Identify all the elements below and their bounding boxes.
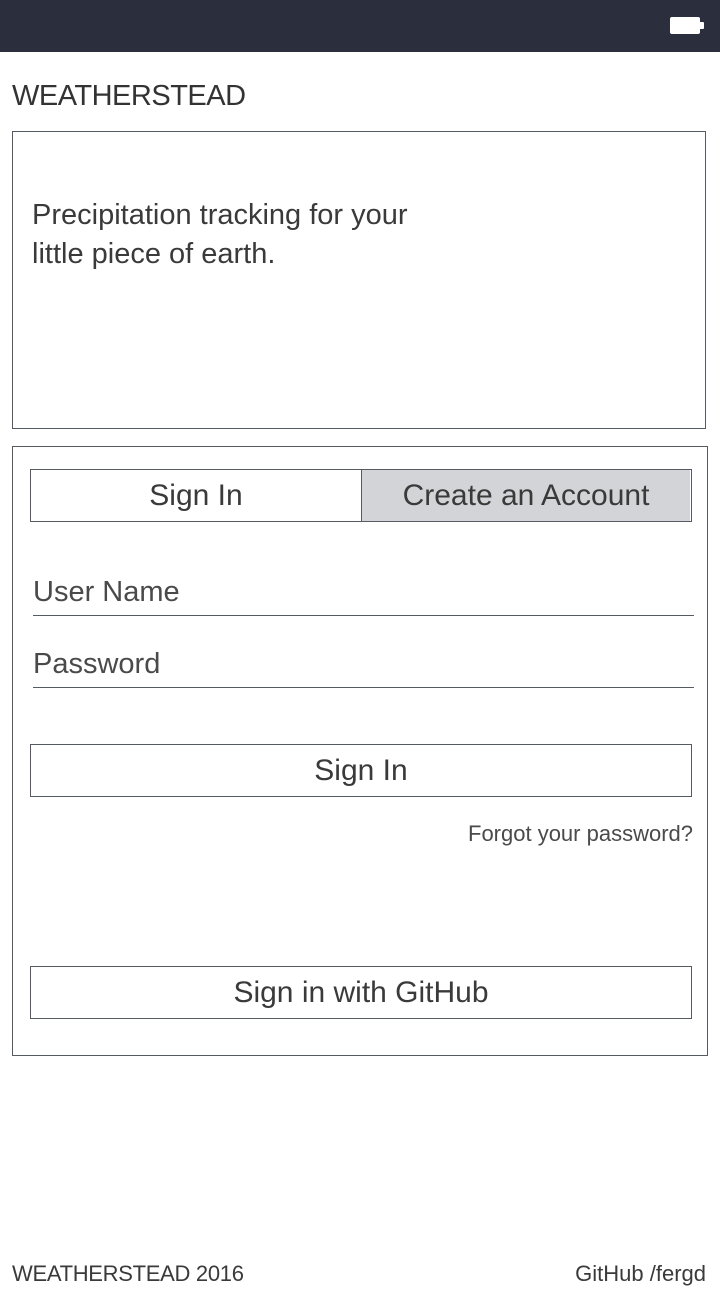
app-title: WEATHERSTEAD <box>12 80 246 112</box>
username-input[interactable] <box>33 576 694 609</box>
tab-sign-in[interactable]: Sign In <box>31 470 361 521</box>
footer-copyright: WEATHERSTEAD 2016 <box>12 1261 244 1286</box>
hero-tagline-line2: little piece of earth. <box>32 238 276 270</box>
password-field-container <box>33 645 694 688</box>
status-bar <box>0 0 720 52</box>
login-page: WEATHERSTEAD Precipitation tracking for … <box>0 0 720 1300</box>
username-field-container <box>33 573 694 616</box>
hero-panel: Precipitation tracking for your little p… <box>12 131 706 429</box>
password-input[interactable] <box>33 648 694 681</box>
hero-tagline-line1: Precipitation tracking for your <box>32 199 408 231</box>
auth-tabs: Sign In Create an Account <box>30 469 692 522</box>
hero-tagline: Precipitation tracking for your little p… <box>32 196 452 274</box>
sign-in-button[interactable]: Sign In <box>30 744 692 797</box>
footer-github-link[interactable]: GitHub /fergd <box>575 1261 706 1287</box>
forgot-password-link[interactable]: Forgot your password? <box>468 821 693 847</box>
github-sign-in-button[interactable]: Sign in with GitHub <box>30 966 692 1019</box>
auth-card: Sign In Create an Account Sign In Forgot… <box>12 446 708 1056</box>
tab-create-account[interactable]: Create an Account <box>361 470 690 521</box>
battery-icon <box>670 17 704 34</box>
